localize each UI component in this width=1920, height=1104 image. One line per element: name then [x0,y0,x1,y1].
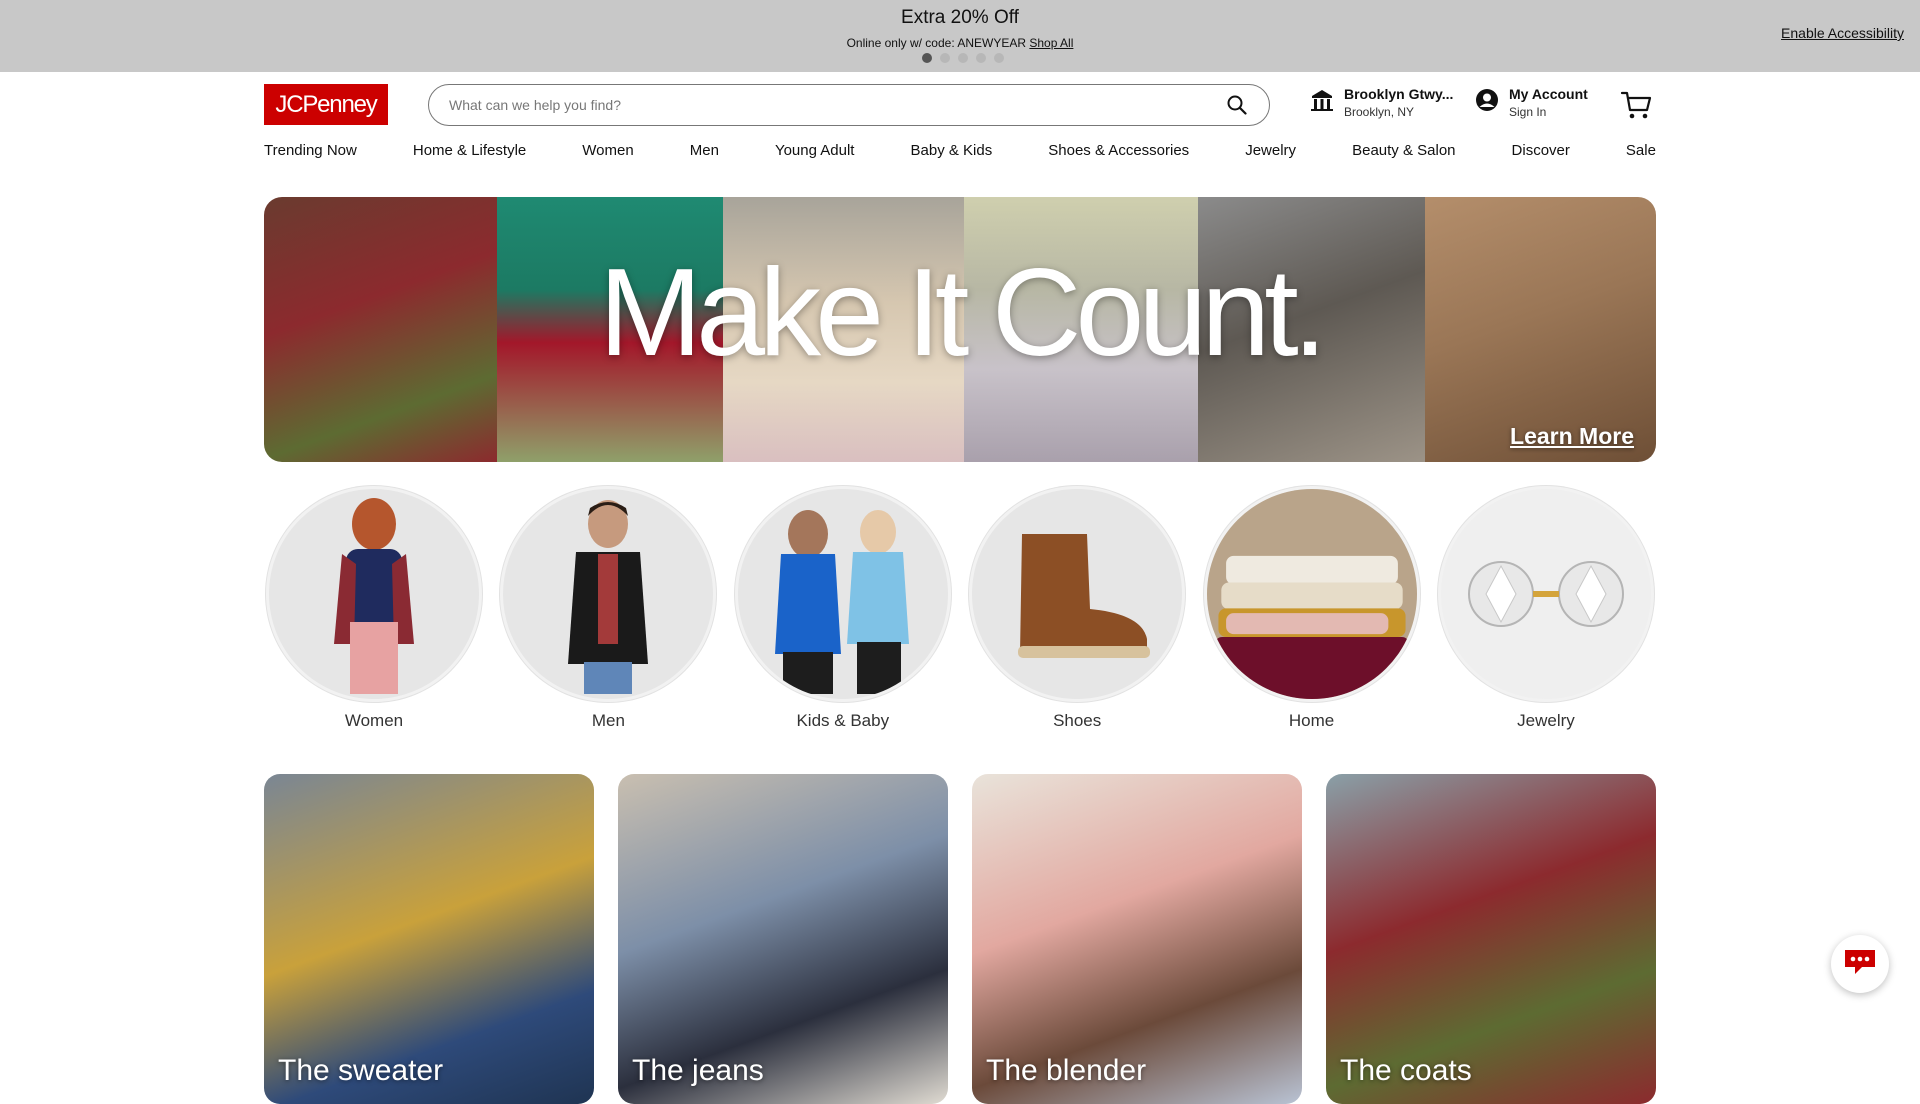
category-image [266,486,482,702]
store-icon [1310,89,1334,116]
category-kids-baby[interactable]: Kids & Baby [733,486,953,731]
category-image [1203,486,1420,702]
nav-men[interactable]: Men [690,142,719,159]
store-location: Brooklyn, NY [1344,105,1415,119]
card-title: The jeans [632,1054,764,1087]
account-icon [1475,88,1499,117]
chat-icon [1842,947,1878,982]
feature-card-blender[interactable]: The blender [972,774,1302,1104]
category-label: Jewelry [1517,711,1575,730]
category-list: Women Men Kids & Baby Shoes Home Jewelry [264,486,1656,731]
store-selector[interactable]: Brooklyn Gtwy... Brooklyn, NY [1310,86,1453,119]
jcpenney-logo[interactable]: JCPenney [264,84,388,125]
search-bar [428,84,1270,126]
category-image [500,486,717,702]
carousel-dots [922,53,1004,63]
category-label: Women [344,711,404,730]
category-image [1437,486,1654,702]
card-title: The coats [1340,1054,1472,1087]
nav-sale[interactable]: Sale [1626,142,1656,159]
store-name: Brooklyn Gtwy... [1344,86,1454,102]
category-image [734,486,951,702]
main-nav: Trending Now Home & Lifestyle Women Men … [264,142,1656,159]
chat-button[interactable] [1831,935,1889,993]
search-input[interactable] [449,97,1225,113]
card-title: The sweater [278,1054,444,1087]
promo-title: Extra 20% Off [901,7,1019,28]
feature-card-jeans[interactable]: The jeans [618,774,948,1104]
enable-accessibility-link[interactable]: Enable Accessibility [1781,25,1904,41]
category-label: Kids & Baby [796,711,890,730]
category-image [969,486,1186,702]
category-jewelry[interactable]: Jewelry [1436,486,1656,731]
feature-card-coats[interactable]: The coats [1326,774,1656,1104]
nav-young-adult[interactable]: Young Adult [775,142,855,159]
promo-subtitle: Online only w/ code: ANEWYEAR Shop All [0,36,1920,50]
category-label: Men [591,711,625,730]
nav-jewelry[interactable]: Jewelry [1245,142,1296,159]
category-label: Shoes [1053,711,1102,730]
shop-all-link[interactable]: Shop All [1029,36,1073,50]
carousel-dot[interactable] [976,53,986,63]
carousel-dot[interactable] [922,53,932,63]
cart-icon[interactable] [1620,90,1652,125]
card-title: The blender [986,1054,1147,1087]
promo-banner: Extra 20% Off Online only w/ code: ANEWY… [0,0,1920,72]
nav-women[interactable]: Women [582,142,633,159]
category-men[interactable]: Men [498,486,718,731]
account-title: My Account [1509,86,1588,102]
feature-card-sweater[interactable]: The sweater [264,774,594,1104]
learn-more-link[interactable]: Learn More [1510,423,1634,450]
sign-in-link[interactable]: Sign In [1509,105,1588,119]
promo-code-text: Online only w/ code: ANEWYEAR [846,36,1027,50]
hero-title: Make It Count. [598,244,1327,382]
nav-beauty-salon[interactable]: Beauty & Salon [1352,142,1455,159]
nav-shoes-accessories[interactable]: Shoes & Accessories [1048,142,1189,159]
category-label: Home [1288,711,1335,730]
carousel-dot[interactable] [994,53,1004,63]
category-women[interactable]: Women [264,486,484,731]
carousel-dot[interactable] [958,53,968,63]
search-icon[interactable] [1225,93,1249,117]
nav-baby-kids[interactable]: Baby & Kids [911,142,993,159]
hero-banner[interactable]: Make It Count. Learn More [264,197,1656,462]
account-menu[interactable]: My Account Sign In [1475,86,1588,119]
nav-home-lifestyle[interactable]: Home & Lifestyle [413,142,526,159]
nav-discover[interactable]: Discover [1512,142,1570,159]
category-home[interactable]: Home [1202,486,1422,731]
carousel-dot[interactable] [940,53,950,63]
category-shoes[interactable]: Shoes [967,486,1187,731]
nav-trending-now[interactable]: Trending Now [264,142,357,159]
feature-cards: The sweater The jeans The blender The co… [264,774,1656,1104]
